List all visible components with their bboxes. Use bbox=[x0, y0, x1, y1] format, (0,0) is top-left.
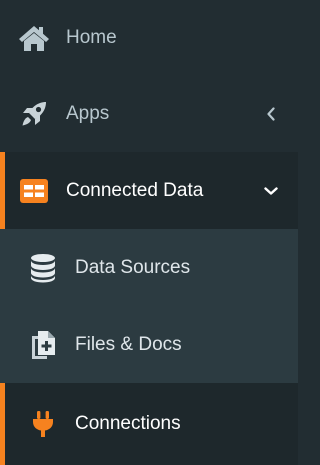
sidebar-item-label: Home bbox=[66, 26, 117, 48]
active-indicator bbox=[0, 383, 5, 465]
home-icon bbox=[18, 22, 50, 54]
sidebar-item-label: Apps bbox=[66, 102, 110, 124]
sidebar-subitem-data-sources[interactable]: Data Sources bbox=[0, 229, 298, 306]
sidebar-item-label: Connected Data bbox=[66, 179, 204, 201]
chevron-left-icon bbox=[264, 106, 278, 121]
sidebar-item-label: Data Sources bbox=[75, 256, 191, 278]
sidebar: Home Apps Connected Data Data Sources Fi… bbox=[0, 0, 298, 465]
rocket-icon bbox=[18, 98, 50, 130]
sidebar-subitem-connections[interactable]: Connections bbox=[0, 383, 298, 465]
sidebar-item-apps[interactable]: Apps bbox=[0, 75, 298, 152]
table-icon bbox=[18, 175, 50, 207]
chevron-down-icon bbox=[264, 184, 278, 198]
sidebar-subitem-files-docs[interactable]: Files & Docs bbox=[0, 306, 298, 383]
file-plus-icon bbox=[27, 329, 59, 361]
sidebar-item-label: Connections bbox=[75, 413, 181, 434]
sidebar-item-connected-data[interactable]: Connected Data bbox=[0, 152, 298, 229]
active-indicator bbox=[0, 152, 5, 229]
sidebar-item-label: Files & Docs bbox=[75, 333, 182, 355]
plug-icon bbox=[27, 408, 59, 440]
sidebar-item-home[interactable]: Home bbox=[0, 0, 298, 75]
database-icon bbox=[27, 252, 59, 284]
